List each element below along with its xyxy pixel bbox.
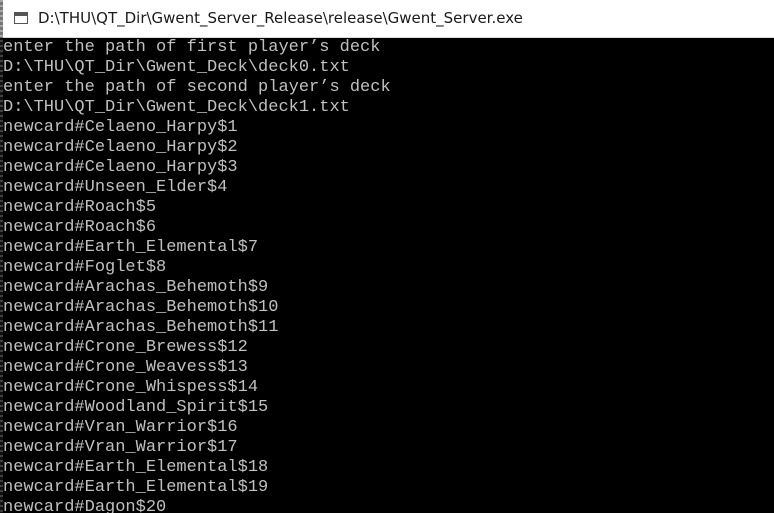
console-line: newcard#Vran_Warrior$17 <box>3 438 238 457</box>
console-line: newcard#Earth_Elemental$19 <box>3 478 269 497</box>
console-line: newcard#Dagon$20 <box>3 498 167 513</box>
window-title: D:\THU\QT_Dir\Gwent_Server_Release\relea… <box>38 9 523 27</box>
console-output[interactable]: enter the path of first player’s deck D:\… <box>0 38 774 513</box>
title-bar[interactable]: D:\THU\QT_Dir\Gwent_Server_Release\relea… <box>0 0 774 38</box>
console-line: newcard#Earth_Elemental$7 <box>3 238 259 257</box>
console-line: newcard#Arachas_Behemoth$11 <box>3 318 279 337</box>
console-line: enter the path of first player’s deck <box>3 38 381 57</box>
console-line: newcard#Arachas_Behemoth$10 <box>3 298 279 317</box>
console-line: newcard#Foglet$8 <box>3 258 167 277</box>
console-line: newcard#Crone_Whispess$14 <box>3 378 259 397</box>
console-line: newcard#Roach$5 <box>3 198 157 217</box>
console-window-icon <box>14 12 28 24</box>
console-window: D:\THU\QT_Dir\Gwent_Server_Release\relea… <box>0 0 774 513</box>
console-line: newcard#Roach$6 <box>3 218 157 237</box>
console-line: D:\THU\QT_Dir\Gwent_Deck\deck1.txt <box>3 98 350 117</box>
console-line: newcard#Celaeno_Harpy$3 <box>3 158 238 177</box>
left-edge-artifact <box>0 0 3 513</box>
console-line: newcard#Earth_Elemental$18 <box>3 458 269 477</box>
console-line: newcard#Vran_Warrior$16 <box>3 418 238 437</box>
console-line: newcard#Crone_Weavess$13 <box>3 358 248 377</box>
console-line: newcard#Woodland_Spirit$15 <box>3 398 269 417</box>
console-line: enter the path of second player’s deck <box>3 78 391 97</box>
console-line: newcard#Unseen_Elder$4 <box>3 178 228 197</box>
console-line: newcard#Celaeno_Harpy$2 <box>3 138 238 157</box>
console-line: D:\THU\QT_Dir\Gwent_Deck\deck0.txt <box>3 58 350 77</box>
console-line: newcard#Crone_Brewess$12 <box>3 338 248 357</box>
console-line: newcard#Arachas_Behemoth$9 <box>3 278 269 297</box>
console-line: newcard#Celaeno_Harpy$1 <box>3 118 238 137</box>
